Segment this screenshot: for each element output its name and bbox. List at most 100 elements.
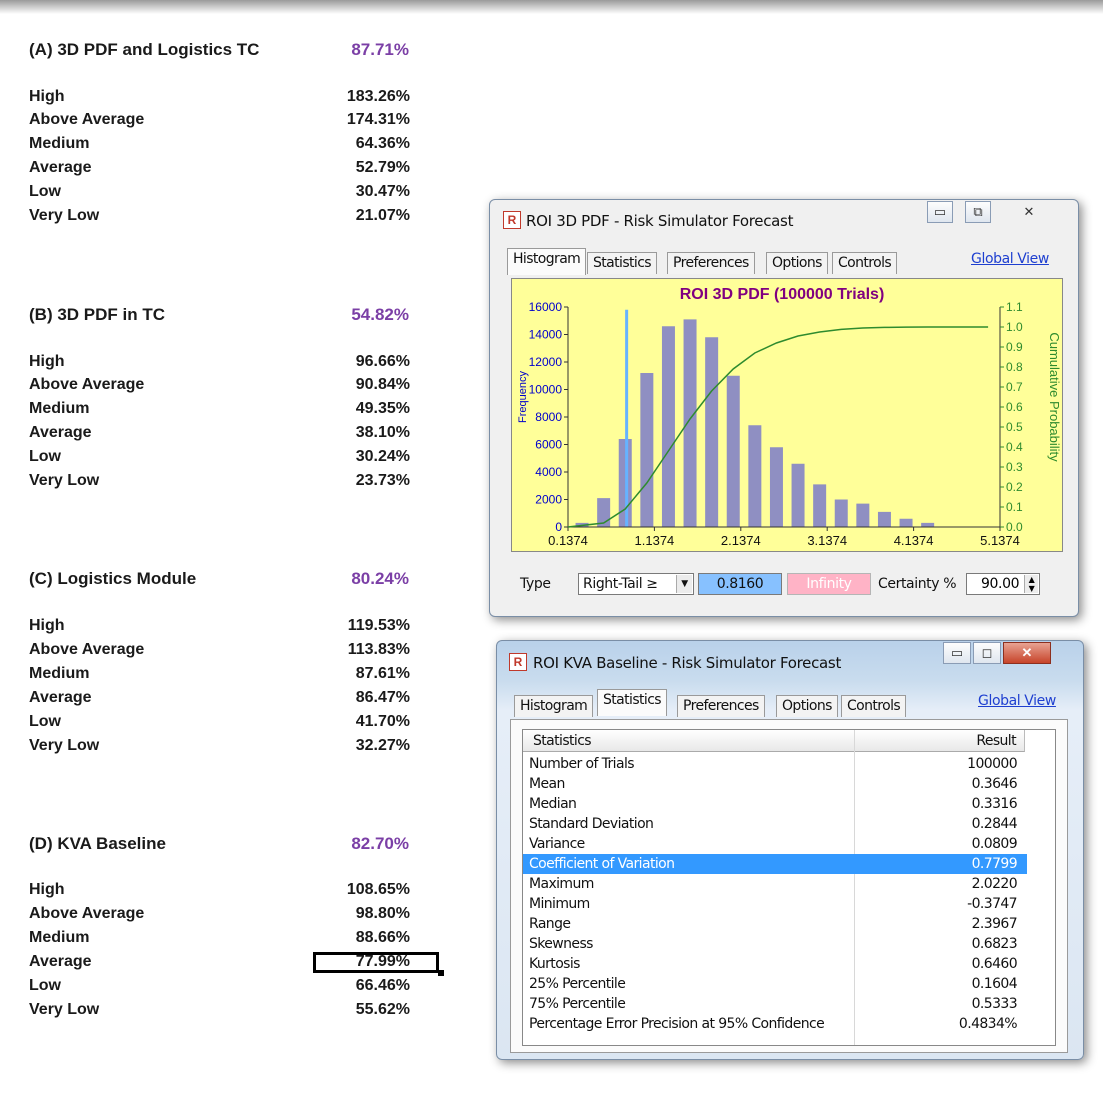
row-value[interactable]: 86.47%	[330, 689, 410, 707]
row-value[interactable]: 66.46%	[330, 977, 410, 995]
minimize-button[interactable]: ▭	[927, 201, 953, 223]
table-row-selected[interactable]: Coefficient of Variation 0.7799	[523, 854, 1027, 874]
selected-cell-border[interactable]	[313, 952, 439, 973]
maximize-button[interactable]: ◻	[973, 642, 1001, 664]
forecast-window-3d-pdf[interactable]: R ROI 3D PDF - Risk Simulator Forecast ▭…	[489, 199, 1079, 617]
row-value[interactable]: 64.36%	[330, 135, 410, 153]
restore-button[interactable]: ⧉	[965, 201, 991, 223]
row-value[interactable]: 30.24%	[330, 448, 410, 466]
row-value[interactable]: 32.27%	[330, 737, 410, 755]
row-label[interactable]: Medium	[29, 665, 89, 683]
tab-histogram[interactable]: Histogram	[514, 695, 594, 717]
tab-controls[interactable]: Controls	[841, 695, 907, 717]
tab-preferences[interactable]: Preferences	[667, 252, 755, 274]
row-value[interactable]: 38.10%	[330, 424, 410, 442]
table-row[interactable]: Variance 0.0809	[523, 834, 1027, 854]
table-row[interactable]: Minimum -0.3747	[523, 894, 1027, 914]
row-label[interactable]: Medium	[29, 400, 89, 418]
row-label[interactable]: Above Average	[29, 641, 144, 659]
table-row[interactable]: Standard Deviation 0.2844	[523, 814, 1027, 834]
row-label[interactable]: Low	[29, 977, 61, 995]
upper-bound-input[interactable]: Infinity	[787, 573, 871, 595]
spinner-arrows-icon[interactable]: ▲ ▼	[1024, 575, 1038, 593]
table-row[interactable]: Kurtosis 0.6460	[523, 954, 1027, 974]
table-row[interactable]: Percentage Error Precision at 95% Confid…	[523, 1014, 1027, 1034]
row-value[interactable]: 174.31%	[330, 111, 410, 129]
row-label[interactable]: High	[29, 617, 65, 635]
column-header-statistics[interactable]: Statistics	[523, 730, 855, 752]
section-d-pct[interactable]: 82.70%	[349, 834, 409, 854]
row-value[interactable]: 41.70%	[330, 713, 410, 731]
table-row[interactable]: Mean 0.3646	[523, 774, 1027, 794]
row-value[interactable]: 23.73%	[330, 472, 410, 490]
row-label[interactable]: Low	[29, 713, 61, 731]
row-label[interactable]: Very Low	[29, 472, 99, 490]
table-row[interactable]: 25% Percentile 0.1604	[523, 974, 1027, 994]
global-view-link[interactable]: Global View	[971, 251, 1049, 267]
row-value[interactable]: 87.61%	[330, 665, 410, 683]
row-value[interactable]: 88.66%	[330, 929, 410, 947]
row-value[interactable]: 98.80%	[330, 905, 410, 923]
row-label[interactable]: High	[29, 88, 65, 106]
table-row[interactable]: Skewness 0.6823	[523, 934, 1027, 954]
table-row[interactable]: Range 2.3967	[523, 914, 1027, 934]
row-label[interactable]: Medium	[29, 135, 89, 153]
row-label[interactable]: Low	[29, 448, 61, 466]
tab-statistics[interactable]: Statistics	[597, 689, 667, 716]
fill-handle[interactable]	[438, 970, 444, 976]
tab-statistics[interactable]: Statistics	[587, 252, 657, 274]
section-c-title[interactable]: (C) Logistics Module	[29, 569, 196, 589]
section-a-title[interactable]: (A) 3D PDF and Logistics TC	[29, 40, 259, 60]
table-row[interactable]: Number of Trials 100000	[523, 754, 1027, 774]
section-c-pct[interactable]: 80.24%	[349, 569, 409, 589]
row-label[interactable]: Average	[29, 424, 92, 442]
certainty-input[interactable]: 90.00 ▲ ▼	[966, 573, 1040, 595]
row-label[interactable]: High	[29, 881, 65, 899]
row-label[interactable]: Average	[29, 689, 92, 707]
close-button[interactable]: ✕	[1003, 642, 1051, 664]
row-label[interactable]: Above Average	[29, 111, 144, 129]
row-value[interactable]: 183.26%	[330, 88, 410, 106]
section-b-pct[interactable]: 54.82%	[349, 305, 409, 325]
table-row[interactable]: 75% Percentile 0.5333	[523, 994, 1027, 1014]
row-value[interactable]: 21.07%	[330, 207, 410, 225]
row-value[interactable]: 119.53%	[330, 617, 410, 635]
row-label[interactable]: Very Low	[29, 737, 99, 755]
row-label[interactable]: High	[29, 353, 65, 371]
row-value[interactable]: 49.35%	[330, 400, 410, 418]
row-label[interactable]: Medium	[29, 929, 89, 947]
title-bar[interactable]: R ROI KVA Baseline - Risk Simulator Fore…	[497, 641, 1083, 677]
column-header-result[interactable]: Result	[855, 730, 1025, 752]
row-label[interactable]: Very Low	[29, 1001, 99, 1019]
section-b-title[interactable]: (B) 3D PDF in TC	[29, 305, 165, 325]
row-value[interactable]: 113.83%	[330, 641, 410, 659]
statistics-table[interactable]: Statistics Result Number of Trials 100000…	[522, 729, 1056, 1046]
row-label[interactable]: Average	[29, 953, 92, 971]
lower-bound-input[interactable]: 0.8160	[698, 573, 782, 595]
close-button[interactable]: ✕	[1003, 201, 1055, 223]
row-value[interactable]: 96.66%	[330, 353, 410, 371]
row-label[interactable]: Low	[29, 183, 61, 201]
section-a-pct[interactable]: 87.71%	[349, 40, 409, 60]
table-row[interactable]: Maximum 2.0220	[523, 874, 1027, 894]
tail-type-select[interactable]: Right-Tail ≥ ▼	[578, 573, 694, 595]
row-value[interactable]: 52.79%	[330, 159, 410, 177]
row-value[interactable]: 30.47%	[330, 183, 410, 201]
row-label[interactable]: Above Average	[29, 376, 144, 394]
global-view-link[interactable]: Global View	[978, 693, 1056, 709]
tab-histogram[interactable]: Histogram	[507, 248, 587, 275]
tab-options[interactable]: Options	[766, 252, 828, 274]
forecast-window-kva-baseline[interactable]: R ROI KVA Baseline - Risk Simulator Fore…	[496, 640, 1084, 1060]
tab-preferences[interactable]: Preferences	[677, 695, 765, 717]
row-label[interactable]: Average	[29, 159, 92, 177]
title-bar[interactable]: R ROI 3D PDF - Risk Simulator Forecast ▭…	[490, 200, 1078, 236]
tab-options[interactable]: Options	[776, 695, 838, 717]
row-label[interactable]: Above Average	[29, 905, 144, 923]
tab-controls[interactable]: Controls	[832, 252, 898, 274]
dropdown-arrow-icon[interactable]: ▼	[676, 575, 692, 593]
row-value[interactable]: 55.62%	[330, 1001, 410, 1019]
minimize-button[interactable]: ▭	[943, 642, 971, 664]
table-row[interactable]: Median 0.3316	[523, 794, 1027, 814]
row-label[interactable]: Very Low	[29, 207, 99, 225]
row-value[interactable]: 108.65%	[330, 881, 410, 899]
